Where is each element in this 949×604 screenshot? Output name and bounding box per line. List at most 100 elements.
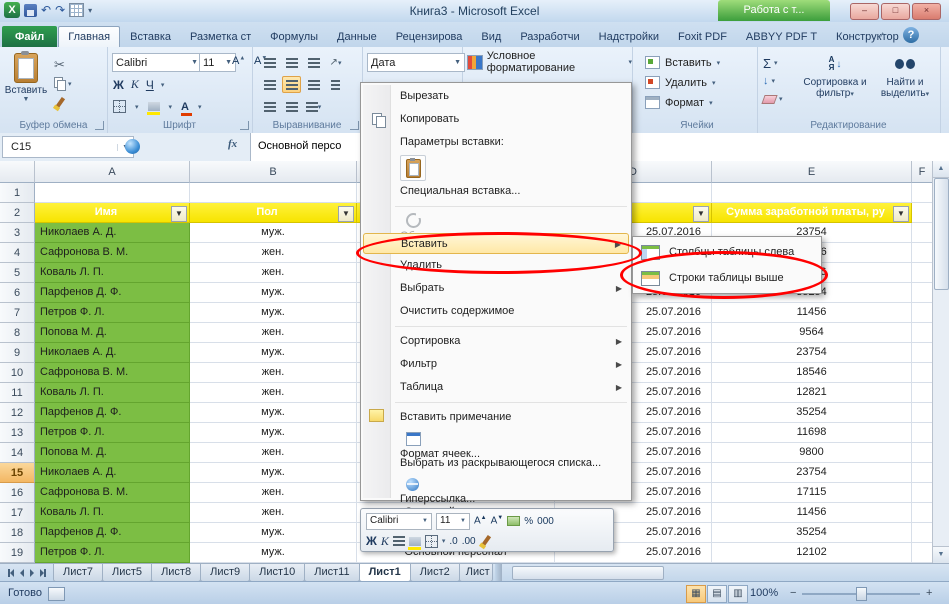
submenu-item-table-columns-left[interactable]: Столбцы таблицы слева	[635, 239, 819, 265]
cell-E9[interactable]: 23754	[712, 343, 912, 363]
cell-F6[interactable]	[912, 283, 933, 303]
menu-item-pick-from-list[interactable]: Выбрать из раскрывающегося списка...	[363, 452, 629, 475]
column-header-B[interactable]: B	[190, 161, 357, 183]
row-header-9[interactable]: 9	[0, 343, 35, 363]
menu-item-filter[interactable]: Фильтр▶	[363, 353, 629, 376]
menu-item-refresh[interactable]: Обновить	[363, 210, 629, 233]
cell-F15[interactable]	[912, 463, 933, 483]
cell-F4[interactable]	[912, 243, 933, 263]
zoom-out-button[interactable]: −	[790, 582, 796, 604]
insert-function-button[interactable]: fx	[228, 138, 237, 150]
mini-fill-color-icon[interactable]	[409, 537, 421, 546]
cell-A2[interactable]: Имя▼	[35, 203, 190, 223]
mini-grow-font-button[interactable]: А▲	[474, 515, 487, 526]
horizontal-scrollbar[interactable]	[506, 566, 945, 580]
filter-dropdown-icon[interactable]: ▼	[693, 206, 709, 222]
cell-E16[interactable]: 17115	[712, 483, 912, 503]
sheet-tab-Лист11[interactable]: Лист11	[304, 564, 359, 582]
cell-A9[interactable]: Николаев А. Д.	[35, 343, 190, 363]
cell-A16[interactable]: Сафронова В. М.	[35, 483, 190, 503]
sheet-tab-Лист7[interactable]: Лист7	[53, 564, 103, 582]
cell-F3[interactable]	[912, 223, 933, 243]
row-header-13[interactable]: 13	[0, 423, 35, 443]
cell-E15[interactable]: 23754	[712, 463, 912, 483]
row-header-12[interactable]: 12	[0, 403, 35, 423]
cell-B3[interactable]: муж.	[190, 223, 357, 243]
last-sheet-button[interactable]	[40, 569, 46, 577]
borders-icon[interactable]	[113, 100, 126, 113]
delete-cells-button[interactable]: Удалить▾	[645, 74, 716, 91]
mini-format-painter-icon[interactable]	[481, 535, 491, 547]
underline-dropdown-icon[interactable]: ▾	[161, 81, 165, 89]
decrease-indent-icon[interactable]	[326, 76, 345, 93]
align-top-right-button[interactable]	[304, 54, 323, 71]
grow-font-button[interactable]: А▲	[232, 55, 245, 67]
row-header-7[interactable]: 7	[0, 303, 35, 323]
cell-B12[interactable]: муж.	[190, 403, 357, 423]
row-header-17[interactable]: 17	[0, 503, 35, 523]
cell-A14[interactable]: Попова М. Д.	[35, 443, 190, 463]
page-layout-view-icon[interactable]: ▤	[707, 585, 727, 603]
cell-A3[interactable]: Николаев А. Д.	[35, 223, 190, 243]
minimize-ribbon-icon[interactable]: ˄	[880, 30, 885, 40]
paste-option-button[interactable]	[400, 155, 426, 181]
filter-dropdown-icon[interactable]: ▼	[893, 206, 909, 222]
align-center-button[interactable]	[282, 76, 301, 93]
cell-F14[interactable]	[912, 443, 933, 463]
tab-Вставка[interactable]: Вставка	[121, 26, 180, 47]
autosum-button[interactable]: Σ▾	[763, 54, 795, 72]
macro-record-icon[interactable]	[48, 587, 65, 601]
cell-F10[interactable]	[912, 363, 933, 383]
tab-Конструктор[interactable]: Конструктор	[827, 26, 908, 47]
cell-F12[interactable]	[912, 403, 933, 423]
zoom-in-button[interactable]: +	[926, 582, 932, 604]
cell-A4[interactable]: Сафронова В. М.	[35, 243, 190, 263]
cell-E13[interactable]: 11698	[712, 423, 912, 443]
sheet-tab-Лист9[interactable]: Лист9	[200, 564, 250, 582]
sheet-tab-Лист5[interactable]: Лист5	[102, 564, 152, 582]
menu-item-clear-contents[interactable]: Очистить содержимое	[363, 300, 629, 323]
cell-E17[interactable]: 11456	[712, 503, 912, 523]
mini-percent-button[interactable]: %	[524, 516, 533, 527]
row-header-15[interactable]: 15	[0, 463, 35, 483]
menu-item-sort[interactable]: Сортировка▶	[363, 330, 629, 353]
cell-A12[interactable]: Парфенов Д. Ф.	[35, 403, 190, 423]
mini-currency-icon[interactable]	[507, 516, 520, 526]
mini-thousands-button[interactable]: 000	[537, 516, 554, 527]
vertical-scroll-thumb[interactable]	[934, 178, 949, 290]
cell-F11[interactable]	[912, 383, 933, 403]
cell-F2[interactable]	[912, 203, 933, 223]
paste-button[interactable]: Вставить ▼	[4, 52, 48, 118]
quick-access-dropdown-icon[interactable]: ▾	[88, 6, 92, 15]
menu-item-copy[interactable]: Копировать	[363, 108, 629, 131]
font-color-icon[interactable]: А	[181, 102, 189, 112]
underline-button[interactable]: Ч	[146, 78, 154, 92]
tab-Разметка ст[interactable]: Разметка ст	[181, 26, 260, 47]
cell-E11[interactable]: 12821	[712, 383, 912, 403]
menu-item-select[interactable]: Выбрать▶	[363, 277, 629, 300]
row-header-6[interactable]: 6	[0, 283, 35, 303]
column-header-E[interactable]: E	[712, 161, 912, 183]
cell-A17[interactable]: Коваль Л. П.	[35, 503, 190, 523]
vertical-scrollbar[interactable]: ▲ ▼	[932, 161, 949, 563]
row-header-8[interactable]: 8	[0, 323, 35, 343]
cell-F17[interactable]	[912, 503, 933, 523]
cell-F5[interactable]	[912, 263, 933, 283]
mini-increase-decimal-button[interactable]: .00	[462, 536, 476, 547]
cell-F13[interactable]	[912, 423, 933, 443]
next-sheet-button[interactable]	[30, 569, 34, 577]
scroll-down-icon[interactable]: ▼	[933, 546, 949, 563]
sheet-tab-Лист10[interactable]: Лист10	[249, 564, 305, 582]
cell-B5[interactable]: жен.	[190, 263, 357, 283]
row-header-16[interactable]: 16	[0, 483, 35, 503]
cell-E7[interactable]: 11456	[712, 303, 912, 323]
menu-item-insert[interactable]: Вставить▶	[363, 233, 629, 254]
cell-F7[interactable]	[912, 303, 933, 323]
cell-E12[interactable]: 35254	[712, 403, 912, 423]
orientation-button[interactable]: ↗▾	[326, 54, 345, 71]
number-format-select[interactable]: Дата▼	[367, 53, 465, 72]
cell-A5[interactable]: Коваль Л. П.	[35, 263, 190, 283]
sheet-tab-Лист2[interactable]: Лист2	[410, 564, 460, 582]
conditional-formatting-button[interactable]: Условное форматирование ▾	[467, 53, 632, 71]
mini-shrink-font-button[interactable]: А▼	[491, 515, 504, 526]
